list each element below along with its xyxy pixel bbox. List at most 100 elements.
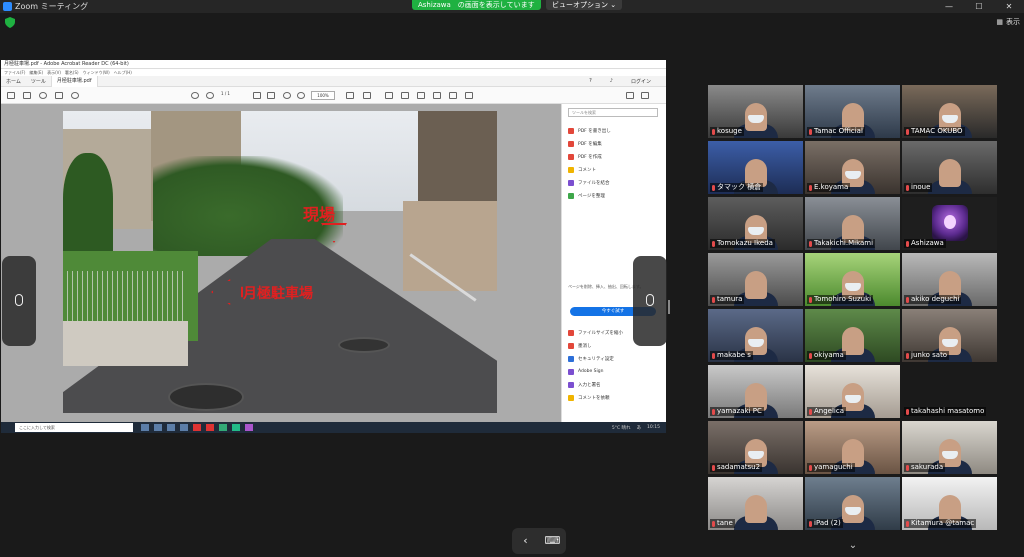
security-shield-icon[interactable] bbox=[5, 17, 15, 28]
acrobat-menu-bar: ファイル(F) 編集(E) 表示(V) 署名(S) ウィンドウ(W) ヘルプ(H… bbox=[1, 69, 666, 76]
participant-tile[interactable]: sakurada bbox=[902, 421, 997, 474]
participant-name: akiko deguchi bbox=[904, 295, 962, 304]
participant-name: junko sato bbox=[904, 351, 950, 360]
participant-tile[interactable]: tamura bbox=[708, 253, 803, 306]
participant-name: okiyama bbox=[807, 351, 846, 360]
tool-label: 入力と署名 bbox=[578, 382, 601, 388]
page-down-icon bbox=[206, 92, 214, 99]
participant-tile[interactable]: タマック 横倉 bbox=[708, 141, 803, 194]
participant-name-label: Kitamura @tamac bbox=[911, 519, 975, 527]
apple-icon bbox=[944, 215, 956, 229]
participant-tile[interactable]: tane bbox=[708, 477, 803, 530]
muted-mic-icon bbox=[906, 240, 909, 247]
participant-tile[interactable]: Ashizawa bbox=[902, 197, 997, 250]
view-options-button[interactable]: ビューオプション ⌄ bbox=[546, 0, 623, 10]
participant-tile[interactable]: Tamac Official bbox=[805, 85, 900, 138]
participant-name-label: yamaguchi bbox=[814, 463, 853, 471]
participant-tile[interactable]: Angelica bbox=[805, 365, 900, 418]
participant-tile[interactable]: Takakichi.Mikami bbox=[805, 197, 900, 250]
participant-tile[interactable]: yamazaki PC bbox=[708, 365, 803, 418]
zoom-top-strip: ▦ 表示 bbox=[0, 13, 1024, 35]
draw-icon bbox=[417, 92, 425, 99]
participant-name: Tomohiro Suzuki bbox=[807, 295, 874, 304]
participant-name-label: okiyama bbox=[814, 351, 844, 359]
app-icon bbox=[141, 424, 149, 431]
bottom-controls: ‹ ⌨ bbox=[512, 528, 566, 554]
participant-tile[interactable]: takahashi masatomo bbox=[902, 365, 997, 418]
tool-label: コメント bbox=[578, 167, 596, 173]
participant-name: takahashi masatomo bbox=[904, 407, 987, 416]
participant-tile[interactable]: junko sato bbox=[902, 309, 997, 362]
face-mask bbox=[747, 227, 764, 235]
tab-home: ホーム bbox=[6, 78, 21, 85]
remote-control-right[interactable] bbox=[633, 256, 667, 346]
participant-tile[interactable]: TAMAC OKUBO bbox=[902, 85, 997, 138]
participant-tile[interactable]: Tomokazu Ikeda bbox=[708, 197, 803, 250]
face-mask bbox=[844, 395, 861, 403]
tool-label: ファイルサイズを縮小 bbox=[578, 330, 623, 336]
participant-name: makabe s bbox=[710, 351, 753, 360]
tool-label: PDF を作成 bbox=[578, 154, 602, 160]
participant-tile[interactable]: okiyama bbox=[805, 309, 900, 362]
minimize-button[interactable]: — bbox=[934, 0, 964, 13]
participant-tile[interactable]: kosuge bbox=[708, 85, 803, 138]
participant-tile[interactable]: iPad (2) bbox=[805, 477, 900, 530]
tool-item: Adobe Sign bbox=[568, 365, 660, 378]
participant-name: Kitamura @tamac bbox=[904, 519, 977, 528]
show-panel-button[interactable]: ▦ 表示 bbox=[996, 17, 1020, 27]
muted-mic-icon bbox=[809, 184, 812, 191]
participant-tile[interactable]: makabe s bbox=[708, 309, 803, 362]
face-mask bbox=[844, 283, 861, 291]
zoom-in-icon bbox=[297, 92, 305, 99]
participant-name-label: tamura bbox=[717, 295, 743, 303]
tool-label: ページを整理 bbox=[578, 193, 605, 199]
photo-wall-left bbox=[63, 321, 188, 366]
participant-name: Takakichi.Mikami bbox=[807, 239, 876, 248]
select-icon bbox=[253, 92, 261, 99]
participant-name: Ashizawa bbox=[904, 239, 946, 248]
participant-tile[interactable]: Kitamura @tamac bbox=[902, 477, 997, 530]
keyboard-icon[interactable]: ⌨ bbox=[539, 528, 566, 554]
participant-name-label: Ashizawa bbox=[911, 239, 944, 247]
participant-tile[interactable]: E.koyama bbox=[805, 141, 900, 194]
participant-face bbox=[744, 495, 767, 523]
compress-icon bbox=[568, 329, 574, 336]
muted-mic-icon bbox=[906, 520, 909, 527]
tool-item: コメント bbox=[568, 163, 660, 176]
muted-mic-icon bbox=[906, 408, 909, 415]
photo-manhole bbox=[338, 337, 390, 353]
participant-name-label: Angelica bbox=[814, 407, 845, 415]
participant-name-label: kosuge bbox=[717, 127, 742, 135]
panel-resize-handle[interactable] bbox=[668, 300, 670, 314]
tool-item: ページを整理 bbox=[568, 189, 660, 202]
app-icon bbox=[219, 424, 227, 431]
muted-mic-icon bbox=[712, 464, 715, 471]
maximize-button[interactable]: ☐ bbox=[964, 0, 994, 13]
muted-mic-icon bbox=[906, 128, 909, 135]
face-mask bbox=[941, 451, 958, 459]
close-button[interactable]: ✕ bbox=[994, 0, 1024, 13]
participant-tile[interactable]: sadamatsu2 bbox=[708, 421, 803, 474]
face-mask bbox=[941, 115, 958, 123]
participant-tile[interactable]: Tomohiro Suzuki bbox=[805, 253, 900, 306]
zoom-out-icon bbox=[283, 92, 291, 99]
participant-tile[interactable]: inoue bbox=[902, 141, 997, 194]
participant-tile[interactable]: akiko deguchi bbox=[902, 253, 997, 306]
participant-name: yamazaki PC bbox=[710, 407, 764, 416]
scroll-down-button[interactable]: ⌄ bbox=[838, 540, 868, 554]
participant-tile[interactable]: yamaguchi bbox=[805, 421, 900, 474]
adobe-sign-icon bbox=[568, 368, 574, 375]
tool-item: PDF を書き出し bbox=[568, 124, 660, 137]
participant-name-label: Tomohiro Suzuki bbox=[814, 295, 872, 303]
participant-name-label: takahashi masatomo bbox=[911, 407, 985, 415]
request-comments-icon bbox=[568, 394, 574, 401]
tool-item: セキュリティ設定 bbox=[568, 352, 660, 365]
remote-control-left[interactable] bbox=[2, 256, 36, 346]
back-button[interactable]: ‹ bbox=[512, 528, 539, 554]
muted-mic-icon bbox=[809, 464, 812, 471]
export-pdf-icon bbox=[568, 127, 574, 134]
app-icon bbox=[193, 424, 201, 431]
text-icon bbox=[433, 92, 441, 99]
window-title: Zoom ミーティング bbox=[15, 2, 89, 11]
participant-name-label: Tomokazu Ikeda bbox=[717, 239, 773, 247]
